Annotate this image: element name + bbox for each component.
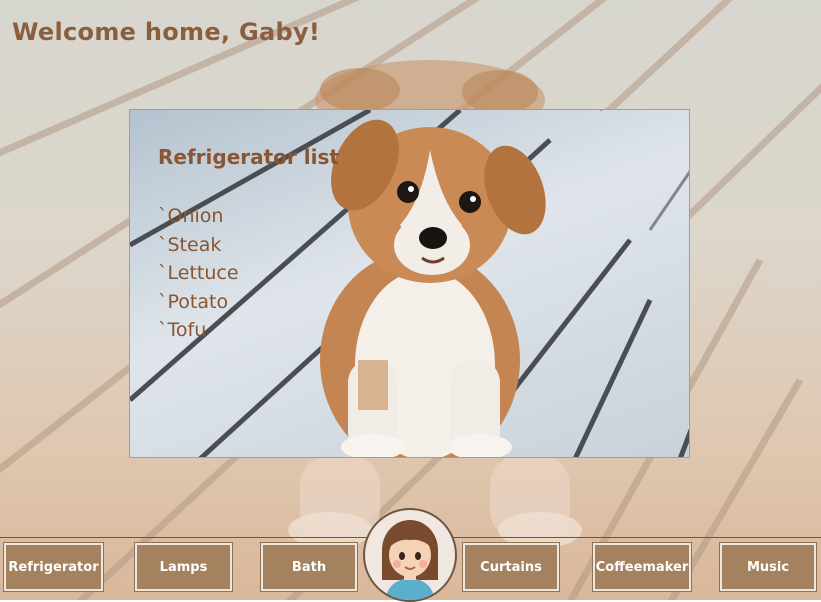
welcome-heading: Welcome home, Gaby! xyxy=(12,18,321,46)
lamps-button[interactable]: Lamps xyxy=(134,542,233,592)
girl-avatar-icon xyxy=(382,520,438,600)
coffeemaker-button-label: Coffeemaker xyxy=(595,559,689,575)
curtains-button-label: Curtains xyxy=(480,559,542,575)
list-item: `Lettuce xyxy=(158,262,239,284)
curtains-button[interactable]: Curtains xyxy=(462,542,560,592)
refrigerator-list: `Onion `Steak `Lettuce `Potato `Tofu xyxy=(158,202,239,345)
coffeemaker-button[interactable]: Coffeemaker xyxy=(592,542,692,592)
list-item: `Steak xyxy=(158,233,222,256)
refrigerator-button-label: Refrigerator xyxy=(8,559,99,575)
music-button[interactable]: Music xyxy=(719,542,817,592)
user-avatar[interactable] xyxy=(363,508,457,602)
list-item: `Tofu xyxy=(158,319,207,341)
lamps-button-label: Lamps xyxy=(159,559,208,575)
refrigerator-list-title: Refrigerator list xyxy=(158,145,339,169)
refrigerator-button[interactable]: Refrigerator xyxy=(3,542,104,592)
refrigerator-panel: Refrigerator list `Onion `Steak `Lettuce… xyxy=(129,109,690,458)
bath-button-label: Bath xyxy=(291,559,327,575)
music-button-label: Music xyxy=(746,559,790,575)
list-item: `Onion xyxy=(158,205,224,227)
list-item: `Potato xyxy=(158,290,229,313)
bath-button[interactable]: Bath xyxy=(260,542,358,592)
